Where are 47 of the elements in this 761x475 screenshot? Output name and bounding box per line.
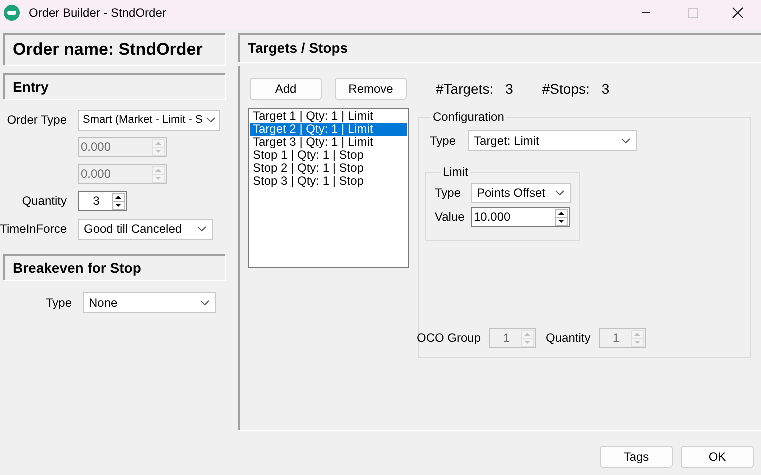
- field-label: Type: [430, 134, 456, 148]
- count-value: 3: [602, 81, 610, 97]
- number-field[interactable]: 10.000: [471, 207, 570, 227]
- number-field[interactable]: 3: [78, 191, 127, 211]
- count-value: 3: [506, 81, 514, 97]
- targets-stops-list[interactable]: Target 1 | Qty: 1 | Limit Target 2 | Qty: 1 | Limit Target 3 | Qty: 1 | Limit Stop 1 | Qty: 1 | Stop Stop 2 | Qty: 1 | Stop Stop 3 | Qty: 1 | Stop: [248, 108, 409, 268]
- button[interactable]: OK: [681, 446, 754, 468]
- dropdown[interactable]: None: [83, 292, 216, 313]
- dropdown[interactable]: Target: Limit: [468, 130, 638, 151]
- app-icon: [4, 4, 20, 20]
- button[interactable]: Remove: [335, 78, 407, 100]
- field-label: Type: [435, 186, 462, 200]
- dropdown[interactable]: Points Offset: [471, 183, 571, 203]
- close-icon[interactable]: [732, 6, 744, 18]
- group-title: Limit: [442, 165, 470, 179]
- group-title: Configuration: [432, 110, 506, 124]
- window-title: Order Builder - StndOrder: [29, 6, 166, 20]
- dropdown[interactable]: Good till Canceled: [78, 218, 213, 240]
- order-name-header: Order name: StndOrder: [3, 33, 226, 66]
- list-item[interactable]: Stop 3 | Qty: 1 | Stop: [250, 175, 407, 188]
- list-item[interactable]: Target 2 | Qty: 1 | Limit: [250, 123, 407, 136]
- caret-icon: [621, 138, 632, 144]
- field-label: Quantity: [21, 194, 67, 208]
- list-item[interactable]: Target 1 | Qty: 1 | Limit: [250, 110, 407, 123]
- field-label: Type: [44, 296, 72, 310]
- dropdown[interactable]: Smart (Market - Limit - S: [78, 110, 220, 130]
- list-item[interactable]: Stop 1 | Qty: 1 | Stop: [250, 149, 407, 162]
- list-item[interactable]: Stop 2 | Qty: 1 | Stop: [250, 162, 407, 175]
- field-label: TimeInForce: [0, 222, 67, 236]
- list-item[interactable]: Target 3 | Qty: 1 | Limit: [250, 136, 407, 149]
- section-header: Targets / Stops: [238, 33, 761, 63]
- field-label: Quantity: [546, 331, 591, 345]
- count-label: #Stops:: [542, 81, 590, 97]
- section-header: Entry: [3, 73, 226, 100]
- spin-arrows-icon[interactable]: [112, 192, 125, 210]
- button[interactable]: Tags: [600, 446, 673, 468]
- field-label: Value: [435, 210, 466, 224]
- caret-icon: [197, 226, 207, 232]
- section-header: Breakeven for Stop: [3, 254, 226, 281]
- count-label: #Targets:: [436, 81, 494, 97]
- field-label: OCO Group: [417, 331, 482, 345]
- field-label: Order Type: [6, 113, 67, 127]
- caret-icon: [555, 190, 565, 196]
- spin-arrows-icon[interactable]: [555, 208, 568, 226]
- caret-icon: [200, 300, 210, 306]
- button[interactable]: Add: [250, 78, 322, 100]
- caret-icon: [206, 117, 216, 123]
